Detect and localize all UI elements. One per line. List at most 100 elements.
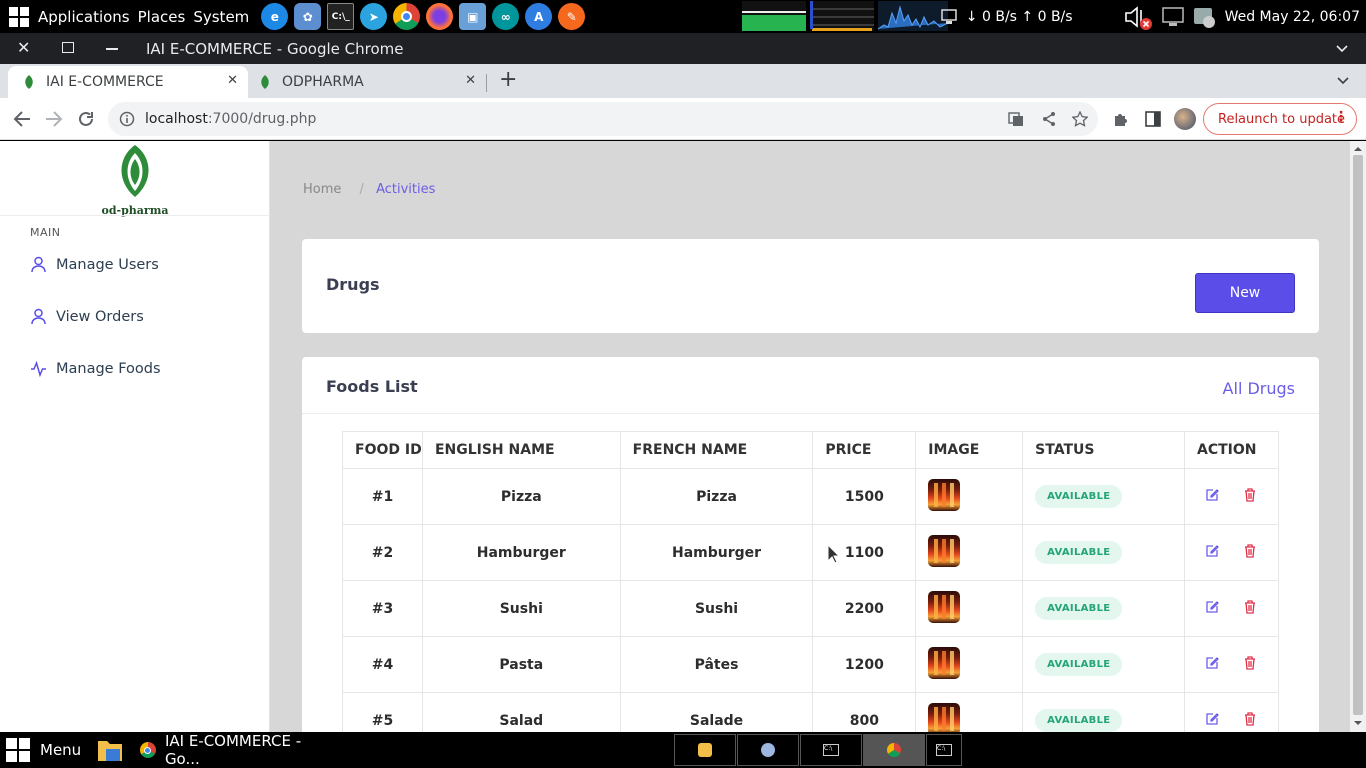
tab-odpharma[interactable]: ODPHARMA ✕ [250, 66, 486, 98]
menu-label: Menu [40, 741, 82, 759]
places-menu[interactable]: Places [138, 8, 186, 26]
breadcrumb-home[interactable]: Home [303, 182, 341, 197]
french-name: Sushi [619, 580, 814, 637]
workspace-5[interactable]: C:\ [926, 734, 962, 766]
new-button[interactable]: New [1195, 273, 1295, 313]
network-status-icon[interactable] [940, 8, 960, 26]
translate-icon[interactable] [1008, 111, 1024, 127]
tab-search-icon[interactable] [1336, 45, 1348, 53]
food-id: #4 [342, 636, 423, 693]
more-menu-icon[interactable]: ⋮ [1334, 109, 1348, 125]
sidebar-item-label: Manage Foods [56, 360, 161, 377]
sidebar-divider [0, 215, 270, 216]
logo[interactable]: od-pharma [100, 143, 170, 217]
virtualbox-icon[interactable]: ▣ [459, 3, 487, 30]
forward-icon[interactable] [45, 111, 63, 127]
omnibox[interactable]: localhost:7000/drug.php [108, 102, 1098, 136]
tab-list-icon[interactable] [1337, 77, 1349, 85]
restore-window-icon[interactable] [62, 42, 74, 53]
column-header[interactable]: PRICE [812, 431, 917, 469]
taskbar: Menu IAI E-COMMERCE - Go... C:\ C:\ [0, 732, 1366, 768]
table-row: #3 Sushi Sushi 2200 AVAILABLE [342, 580, 1279, 637]
new-tab-icon[interactable]: + [499, 67, 517, 92]
extensions-icon[interactable] [1112, 110, 1130, 128]
pen-icon[interactable]: ✎ [558, 3, 586, 30]
sidebar-item-manage-users[interactable]: Manage Users [30, 256, 159, 273]
edge-icon[interactable]: e [261, 3, 289, 30]
system-menu[interactable]: System [193, 8, 249, 26]
site-info-icon[interactable] [119, 111, 135, 127]
terminal-icon[interactable]: C:\_ [327, 3, 355, 30]
trash-icon[interactable] [1244, 711, 1256, 726]
start-menu-button[interactable]: Menu [4, 736, 81, 764]
column-header[interactable]: STATUS [1022, 431, 1186, 469]
column-header[interactable]: ENGLISH NAME [421, 431, 621, 469]
tab-close-icon[interactable]: ✕ [465, 73, 476, 88]
trash-icon[interactable] [1244, 543, 1256, 558]
scroll-up-icon[interactable] [1350, 143, 1366, 155]
relaunch-button[interactable]: Relaunch to update ⋮ [1203, 103, 1357, 135]
app-store-icon[interactable]: A [525, 3, 553, 30]
windows-icon[interactable] [8, 6, 30, 28]
sidebar-item-label: Manage Users [56, 256, 159, 273]
workspace-2[interactable] [737, 734, 799, 766]
sidebar-item-view-orders[interactable]: View Orders [30, 308, 144, 325]
workspace-3[interactable]: C:\ [800, 734, 862, 766]
telegram-icon[interactable]: ➤ [360, 3, 388, 30]
french-name: Pâtes [619, 636, 814, 693]
vscode-icon[interactable]: ✿ [294, 3, 322, 30]
status-cell: AVAILABLE [1022, 636, 1186, 693]
edit-icon[interactable] [1205, 488, 1219, 502]
all-drugs-link[interactable]: All Drugs [1223, 379, 1295, 398]
chrome-icon[interactable] [393, 3, 421, 30]
close-window-icon[interactable]: ✕ [17, 38, 30, 57]
datetime[interactable]: Wed May 22, 06:07 [1225, 9, 1360, 25]
profile-avatar[interactable] [1174, 108, 1196, 130]
minimize-window-icon[interactable] [106, 48, 118, 50]
reload-icon[interactable] [77, 110, 95, 128]
tab-close-icon[interactable]: ✕ [227, 73, 238, 88]
column-header[interactable]: IMAGE [915, 431, 1024, 469]
workspace-1[interactable] [674, 734, 736, 766]
volume-muted-icon[interactable] [1123, 4, 1153, 30]
trash-icon[interactable] [1244, 655, 1256, 670]
file-manager-icon[interactable] [96, 737, 124, 763]
food-image[interactable] [928, 478, 961, 511]
trash-icon[interactable] [1244, 599, 1256, 614]
edit-icon[interactable] [1205, 712, 1219, 726]
price: 1200 [812, 636, 917, 693]
edit-icon[interactable] [1205, 544, 1219, 558]
food-image[interactable] [928, 646, 961, 679]
applications-menu[interactable]: Applications [38, 8, 130, 26]
column-header[interactable]: ACTION [1184, 431, 1279, 469]
page-scrollbar[interactable] [1350, 141, 1366, 732]
side-panel-icon[interactable] [1145, 111, 1161, 127]
scroll-down-icon[interactable] [1350, 717, 1366, 729]
bookmark-star-icon[interactable] [1072, 111, 1088, 127]
trash-icon[interactable] [1244, 487, 1256, 502]
column-header[interactable]: FOOD ID [342, 431, 423, 469]
edit-icon[interactable] [1205, 656, 1219, 670]
sidebar: od-pharma MAIN Manage Users View Orders … [0, 141, 270, 732]
workspace-4[interactable] [863, 734, 925, 766]
edit-icon[interactable] [1205, 600, 1219, 614]
sidebar-item-manage-foods[interactable]: Manage Foods [30, 360, 161, 377]
back-icon[interactable] [13, 111, 31, 127]
status-cell: AVAILABLE [1022, 580, 1186, 637]
column-header[interactable]: FRENCH NAME [619, 431, 814, 469]
cpu-graph-icon [742, 1, 806, 31]
tab-divider [486, 74, 487, 92]
display-icon[interactable] [1161, 5, 1187, 29]
tab-iai-ecommerce[interactable]: IAI E-COMMERCE ✕ [8, 66, 248, 98]
food-image[interactable] [928, 534, 961, 567]
terminal-icon: C:\ [936, 744, 952, 756]
food-image[interactable] [928, 590, 961, 623]
power-manager-icon[interactable] [1191, 4, 1217, 30]
firefox-icon[interactable] [426, 3, 454, 30]
taskbar-chrome-window[interactable]: IAI E-COMMERCE - Go... [140, 732, 340, 768]
arduino-icon[interactable]: ∞ [492, 3, 520, 30]
scrollbar-thumb[interactable] [1353, 155, 1363, 715]
action-cell [1184, 580, 1279, 637]
food-image[interactable] [928, 702, 961, 732]
share-icon[interactable] [1041, 111, 1057, 127]
